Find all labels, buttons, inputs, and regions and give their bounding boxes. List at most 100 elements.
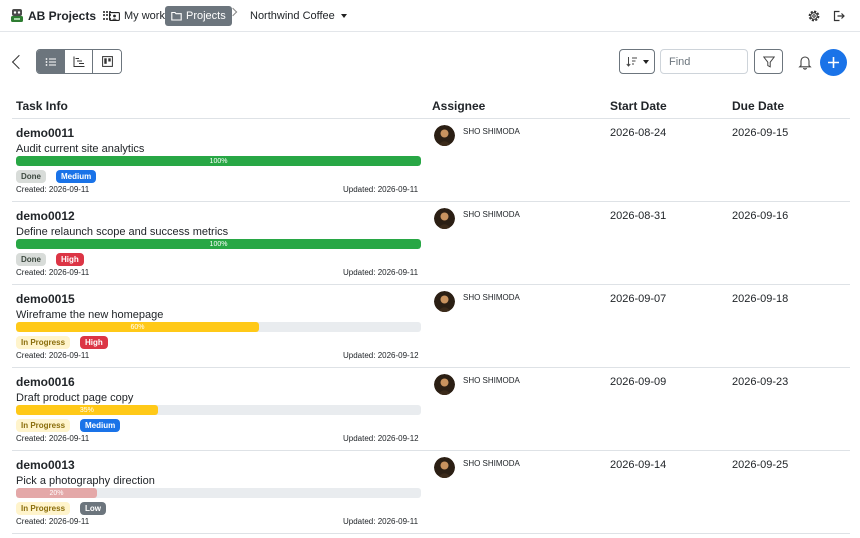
gantt-view-button[interactable] <box>65 50 93 73</box>
robot-logo-icon <box>11 9 23 22</box>
avatar[interactable] <box>434 374 455 395</box>
updated-date: Updated: 2026-09-11 <box>343 185 419 194</box>
status-badge: In Progress <box>16 336 71 349</box>
priority-badge: High <box>56 253 84 266</box>
task-title: Define relaunch scope and success metric… <box>16 226 229 238</box>
task-row[interactable]: demo0016 Draft product page copy 35% In Pro… <box>12 368 850 451</box>
task-row[interactable]: demo0012 Define relaunch scope and succes… <box>12 202 850 285</box>
add-task-button[interactable] <box>820 49 847 76</box>
nav-projects[interactable]: Projects <box>165 6 232 26</box>
created-date: Created: 2026-09-11 <box>16 268 90 277</box>
list-icon <box>45 57 56 66</box>
filter-button[interactable] <box>754 49 783 74</box>
task-title: Draft product page copy <box>16 392 134 404</box>
logout-icon[interactable] <box>832 9 846 23</box>
gantt-icon <box>73 56 84 67</box>
list-view-button[interactable] <box>37 50 65 73</box>
project-selector[interactable]: Northwind Coffee <box>244 6 353 26</box>
table-header: Task Info Assignee Start Date Due Date <box>12 95 850 119</box>
task-id[interactable]: demo0016 <box>16 375 75 389</box>
header-task-info[interactable]: Task Info <box>16 99 68 113</box>
assignee-name: SHO SHIMODA <box>463 127 520 136</box>
project-name: Northwind Coffee <box>250 10 335 22</box>
assignee-name: SHO SHIMODA <box>463 210 520 219</box>
avatar[interactable] <box>434 457 455 478</box>
kanban-icon <box>101 56 113 67</box>
progress-bar: 60% <box>16 322 421 332</box>
priority-badge: Low <box>80 502 107 515</box>
status-badge: In Progress <box>16 502 71 515</box>
avatar[interactable] <box>434 125 455 146</box>
task-id[interactable]: demo0011 <box>16 126 74 140</box>
task-row[interactable]: demo0015 Wireframe the new homepage 60% In … <box>12 285 850 368</box>
badge-group: Done Medium <box>16 170 97 183</box>
app-brand[interactable]: AB Projects <box>10 8 113 23</box>
status-badge: In Progress <box>16 419 71 432</box>
avatar[interactable] <box>434 291 455 312</box>
start-date: 2026-09-07 <box>610 293 667 305</box>
priority-badge: High <box>80 336 108 349</box>
start-date: 2026-08-24 <box>610 127 667 139</box>
due-date: 2026-09-25 <box>732 459 789 471</box>
progress-fill: 20% <box>16 488 97 498</box>
progress-label: 35% <box>79 406 94 414</box>
header-assignee[interactable]: Assignee <box>432 99 485 113</box>
header-start-date[interactable]: Start Date <box>610 99 667 113</box>
progress-fill: 100% <box>16 156 421 166</box>
due-date: 2026-09-23 <box>732 376 789 388</box>
caret-down-icon <box>340 14 347 18</box>
id-card-icon <box>109 11 120 21</box>
avatar[interactable] <box>434 208 455 229</box>
badge-group: Done High <box>16 253 84 266</box>
progress-bar: 20% <box>16 488 421 498</box>
view-switcher <box>36 49 122 74</box>
task-id[interactable]: demo0015 <box>16 292 75 306</box>
created-date: Created: 2026-09-11 <box>16 351 90 360</box>
due-date: 2026-09-18 <box>732 293 789 305</box>
badge-group: In Progress Low <box>16 502 107 515</box>
updated-date: Updated: 2026-09-11 <box>343 517 419 526</box>
progress-label: 20% <box>49 489 64 497</box>
task-row[interactable]: demo0013 Pick a photography direction 20% I… <box>12 451 850 534</box>
updated-date: Updated: 2026-09-12 <box>343 434 419 443</box>
status-badge: Done <box>16 170 46 183</box>
filter-icon <box>762 56 775 68</box>
nav-my-work-label: My work <box>124 10 165 22</box>
progress-bar: 35% <box>16 405 421 415</box>
nav-projects-label: Projects <box>186 10 226 22</box>
due-date: 2026-09-16 <box>732 210 789 222</box>
updated-date: Updated: 2026-09-12 <box>343 351 419 360</box>
priority-badge: Medium <box>80 419 121 432</box>
start-date: 2026-09-09 <box>610 376 667 388</box>
sort-icon <box>625 57 637 67</box>
created-date: Created: 2026-09-11 <box>16 434 90 443</box>
progress-label: 100% <box>209 157 228 165</box>
task-title: Wireframe the new homepage <box>16 309 164 321</box>
nav-my-work[interactable]: My work <box>103 6 171 26</box>
assignee-name: SHO SHIMODA <box>463 459 520 468</box>
task-id[interactable]: demo0013 <box>16 458 75 472</box>
badge-group: In Progress Medium <box>16 419 121 432</box>
assignee-name: SHO SHIMODA <box>463 293 520 302</box>
created-date: Created: 2026-09-11 <box>16 517 90 526</box>
bell-icon[interactable] <box>798 54 812 70</box>
task-id[interactable]: demo0012 <box>16 209 75 223</box>
progress-label: 60% <box>130 323 145 331</box>
status-badge: Done <box>16 253 46 266</box>
sort-button[interactable] <box>619 49 655 74</box>
updated-date: Updated: 2026-09-11 <box>343 268 419 277</box>
task-title: Audit current site analytics <box>16 143 145 155</box>
task-row[interactable]: demo0011 Audit current site analytics 100%… <box>12 119 850 202</box>
board-view-button[interactable] <box>93 50 121 73</box>
search-input[interactable] <box>660 49 748 74</box>
progress-label: 100% <box>209 240 228 248</box>
task-title: Pick a photography direction <box>16 475 155 487</box>
back-chevron-icon[interactable] <box>11 54 27 70</box>
header-due-date[interactable]: Due Date <box>732 99 784 113</box>
gear-icon[interactable] <box>807 9 821 23</box>
plus-icon <box>828 57 839 68</box>
priority-badge: Medium <box>56 170 97 183</box>
progress-bar: 100% <box>16 239 421 249</box>
created-date: Created: 2026-09-11 <box>16 185 90 194</box>
app-title: AB Projects <box>28 8 97 23</box>
